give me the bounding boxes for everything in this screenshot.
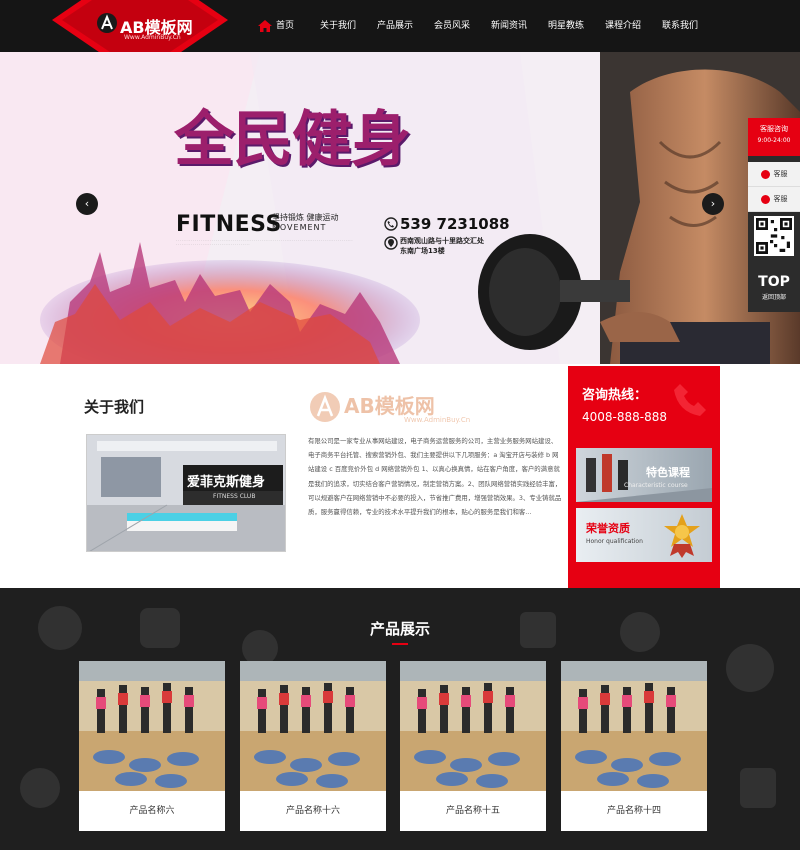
banner-movement: MOVEMENT: [272, 223, 327, 232]
top-header: AB模板网 Www.AdminBuy.Cn 首页 关于我们 产品展示 会员风采 …: [0, 0, 800, 80]
product-image: [561, 661, 707, 791]
gym-photo: [87, 435, 285, 551]
chevron-right-icon: ›: [710, 197, 716, 210]
nav-label: 联系我们: [662, 21, 699, 31]
gym-sign-en: FITNESS CLUB: [213, 493, 256, 500]
banner-fine-print: . . . . . . . . . . . . . . . . . . . . …: [176, 238, 353, 246]
qq-icon: [760, 194, 770, 204]
banner-prev-button[interactable]: ‹: [76, 193, 98, 215]
nav-item-news[interactable]: 新闻资讯: [491, 0, 548, 52]
product-card[interactable]: 产品名称六: [79, 661, 225, 831]
nav-label: 首页: [276, 21, 295, 31]
banner-next-button[interactable]: ›: [702, 193, 724, 215]
banner-address-2: 东南广场13楼: [400, 247, 445, 255]
banner-phone: 539 7231088: [400, 215, 510, 233]
qr-code-icon: [754, 216, 794, 256]
product-name: 产品名称十四: [606, 806, 661, 816]
about-image[interactable]: 爱菲克斯健身 FITNESS CLUB: [86, 434, 286, 552]
service-label: 客服: [773, 170, 788, 178]
nav-item-contact[interactable]: 联系我们: [662, 0, 719, 52]
phone-icon: [384, 217, 398, 231]
top-label: TOP: [758, 274, 790, 290]
product-card[interactable]: 产品名称十四: [561, 661, 707, 831]
nav-item-products[interactable]: 产品展示: [377, 0, 434, 52]
product-name: 产品名称六: [129, 806, 175, 816]
aerobics-photo: [561, 661, 707, 791]
nav-label: 课程介绍: [605, 21, 642, 31]
watermark-logo-icon: [310, 392, 340, 422]
nav-label: 产品展示: [377, 21, 414, 31]
medal-icon: [664, 514, 700, 558]
home-icon: [258, 20, 272, 32]
nav-label: 会员风采: [434, 21, 471, 31]
service-label: 客服: [773, 195, 788, 203]
watermark-text: AB模板网: [344, 394, 435, 418]
nav-item-home[interactable]: 首页: [258, 0, 320, 52]
site-logo[interactable]: AB模板网 Www.AdminBuy.Cn: [52, 0, 228, 80]
product-name: 产品名称十五: [445, 806, 500, 816]
product-card[interactable]: 产品名称十六: [240, 661, 386, 831]
back-to-top-button[interactable]: TOP 返回顶部: [748, 266, 800, 312]
aerobics-photo: [79, 661, 225, 791]
card-label: 特色课程: [646, 466, 690, 479]
card-sub: Honor qualification: [586, 538, 643, 545]
banner-slogan: 坚持锻炼 健康运动: [272, 213, 339, 222]
nav-label: 明星教练: [548, 21, 585, 31]
course-photo: [576, 454, 712, 502]
gym-sign: 爱菲克斯健身: [187, 475, 266, 490]
qq-icon: [760, 169, 770, 179]
logo-a-icon: [97, 13, 117, 33]
hotline-number: 4008-888-888: [582, 410, 668, 424]
products-title: 产品展示: [369, 620, 430, 638]
chevron-left-icon: ‹: [84, 197, 90, 210]
nav-item-courses[interactable]: 课程介绍: [605, 0, 662, 52]
nav-label: 新闻资讯: [491, 21, 528, 31]
banner-artwork: [0, 52, 800, 364]
banner-headline: 全民健身: [174, 105, 411, 175]
main-nav: 首页 关于我们 产品展示 会员风采 新闻资讯 明星教练 课程介绍 联系我们: [258, 0, 719, 52]
card-featured-courses[interactable]: 特色课程 Characteristic course: [576, 448, 712, 502]
service-qq-1[interactable]: 客服: [748, 162, 800, 187]
banner-address-1: 西南观山路与十里路交汇处: [400, 237, 484, 245]
products-section: 产品展示 产品名称六 产品名称十六 产品名称十五 产品名称十四: [0, 588, 800, 850]
about-title: 关于我们: [84, 398, 145, 416]
card-label: 荣誉资质: [586, 522, 630, 535]
product-image: [79, 661, 225, 791]
title-underline: [392, 643, 408, 645]
aerobics-photo: [400, 661, 546, 791]
nav-label: 关于我们: [320, 21, 357, 31]
phone-handset-icon: [674, 384, 706, 416]
nav-item-coaches[interactable]: 明星教练: [548, 0, 605, 52]
hero-banner: 全民健身 FITNESS 坚持锻炼 健康运动 MOVEMENT . . . . …: [0, 52, 800, 364]
service-header: 客服咨询 9:00-24:00: [748, 118, 800, 156]
banner-fitness: FITNESS: [176, 212, 282, 237]
nav-item-about[interactable]: 关于我们: [320, 0, 377, 52]
product-image: [400, 661, 546, 791]
card-honor-qualification[interactable]: 荣誉资质 Honor qualification: [576, 508, 712, 562]
hotline-title: 咨询热线：: [582, 388, 648, 403]
product-image: [240, 661, 386, 791]
nav-item-members[interactable]: 会员风采: [434, 0, 491, 52]
product-card[interactable]: 产品名称十五: [400, 661, 546, 831]
service-qq-2[interactable]: 客服: [748, 187, 800, 212]
top-sub: 返回顶部: [761, 294, 786, 301]
service-title: 客服咨询: [760, 125, 788, 133]
watermark-subtext: Www.AdminBuy.Cn: [404, 416, 471, 424]
service-hours: 9:00-24:00: [757, 137, 791, 144]
hotline-panel: 咨询热线： 4008-888-888 特色课程 Characteristic c…: [568, 366, 720, 588]
product-name: 产品名称十六: [285, 806, 340, 816]
logo-subtext: Www.AdminBuy.Cn: [124, 34, 181, 41]
about-description: 有限公司是一家专业从事网站建设，电子商务运营服务的公司，主营业务服务网站建设、电…: [308, 437, 562, 517]
service-float-panel: 客服咨询 9:00-24:00 客服 客服 TOP 返回顶部: [748, 118, 800, 312]
aerobics-photo: [240, 661, 386, 791]
card-sub: Characteristic course: [624, 482, 688, 489]
location-icon: [384, 236, 398, 250]
